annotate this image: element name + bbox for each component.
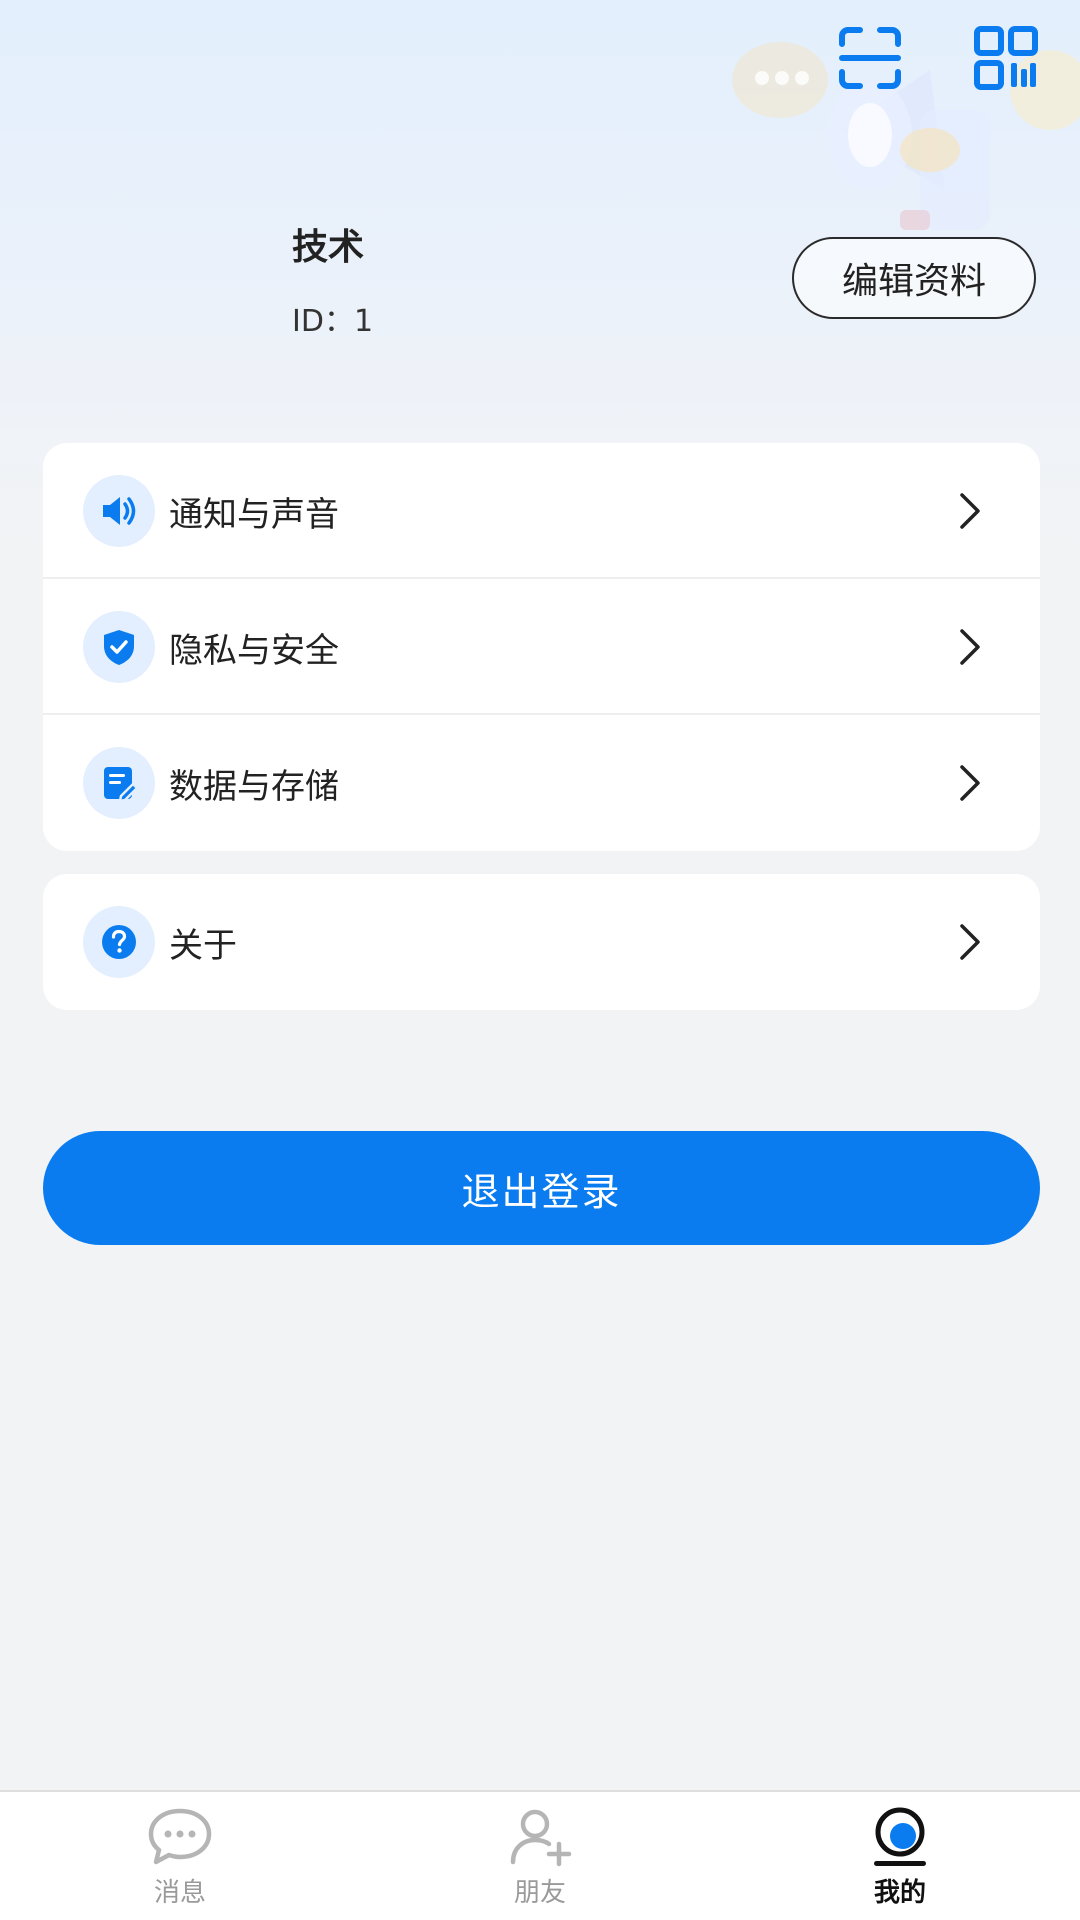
menu-item-about[interactable]: 关于 [43,874,1040,1010]
speaker-icon [83,475,155,547]
menu-item-privacy[interactable]: 隐私与安全 [43,579,1040,715]
about-card: 关于 [43,874,1040,1010]
tab-friends[interactable]: 朋友 [460,1806,620,1916]
question-icon [83,906,155,978]
menu-item-label: 通知与声音 [169,494,339,535]
bottom-tab-bar: 消息 朋友 我的 [0,1790,1080,1920]
menu-item-notifications[interactable]: 通知与声音 [43,443,1040,579]
shield-check-icon [83,611,155,683]
document-edit-icon [83,747,155,819]
menu-item-label: 隐私与安全 [169,630,339,671]
user-name: 技术 [292,227,365,268]
menu-item-storage[interactable]: 数据与存储 [43,715,1040,851]
settings-card: 通知与声音 隐私与安全 数据与存储 [43,443,1040,851]
chevron-right-icon [960,924,980,960]
user-id: ID：1 [292,304,374,339]
tab-messages[interactable]: 消息 [100,1806,260,1916]
qr-code-icon[interactable] [974,26,1038,90]
chevron-right-icon [960,765,980,801]
logout-button[interactable]: 退出登录 [43,1131,1040,1245]
profile-icon [874,1807,926,1866]
chevron-right-icon [960,493,980,529]
tab-label: 朋友 [513,1878,566,1908]
chevron-right-icon [960,629,980,665]
edit-profile-button[interactable]: 编辑资料 [792,237,1036,319]
tab-mine[interactable]: 我的 [820,1806,980,1916]
tab-label: 消息 [153,1878,206,1908]
menu-item-label: 数据与存储 [169,766,339,807]
menu-item-label: 关于 [169,925,237,966]
scan-icon[interactable] [838,26,902,90]
tab-label: 我的 [873,1878,926,1908]
add-friend-icon [510,1809,572,1867]
chat-bubble-icon [148,1808,212,1865]
